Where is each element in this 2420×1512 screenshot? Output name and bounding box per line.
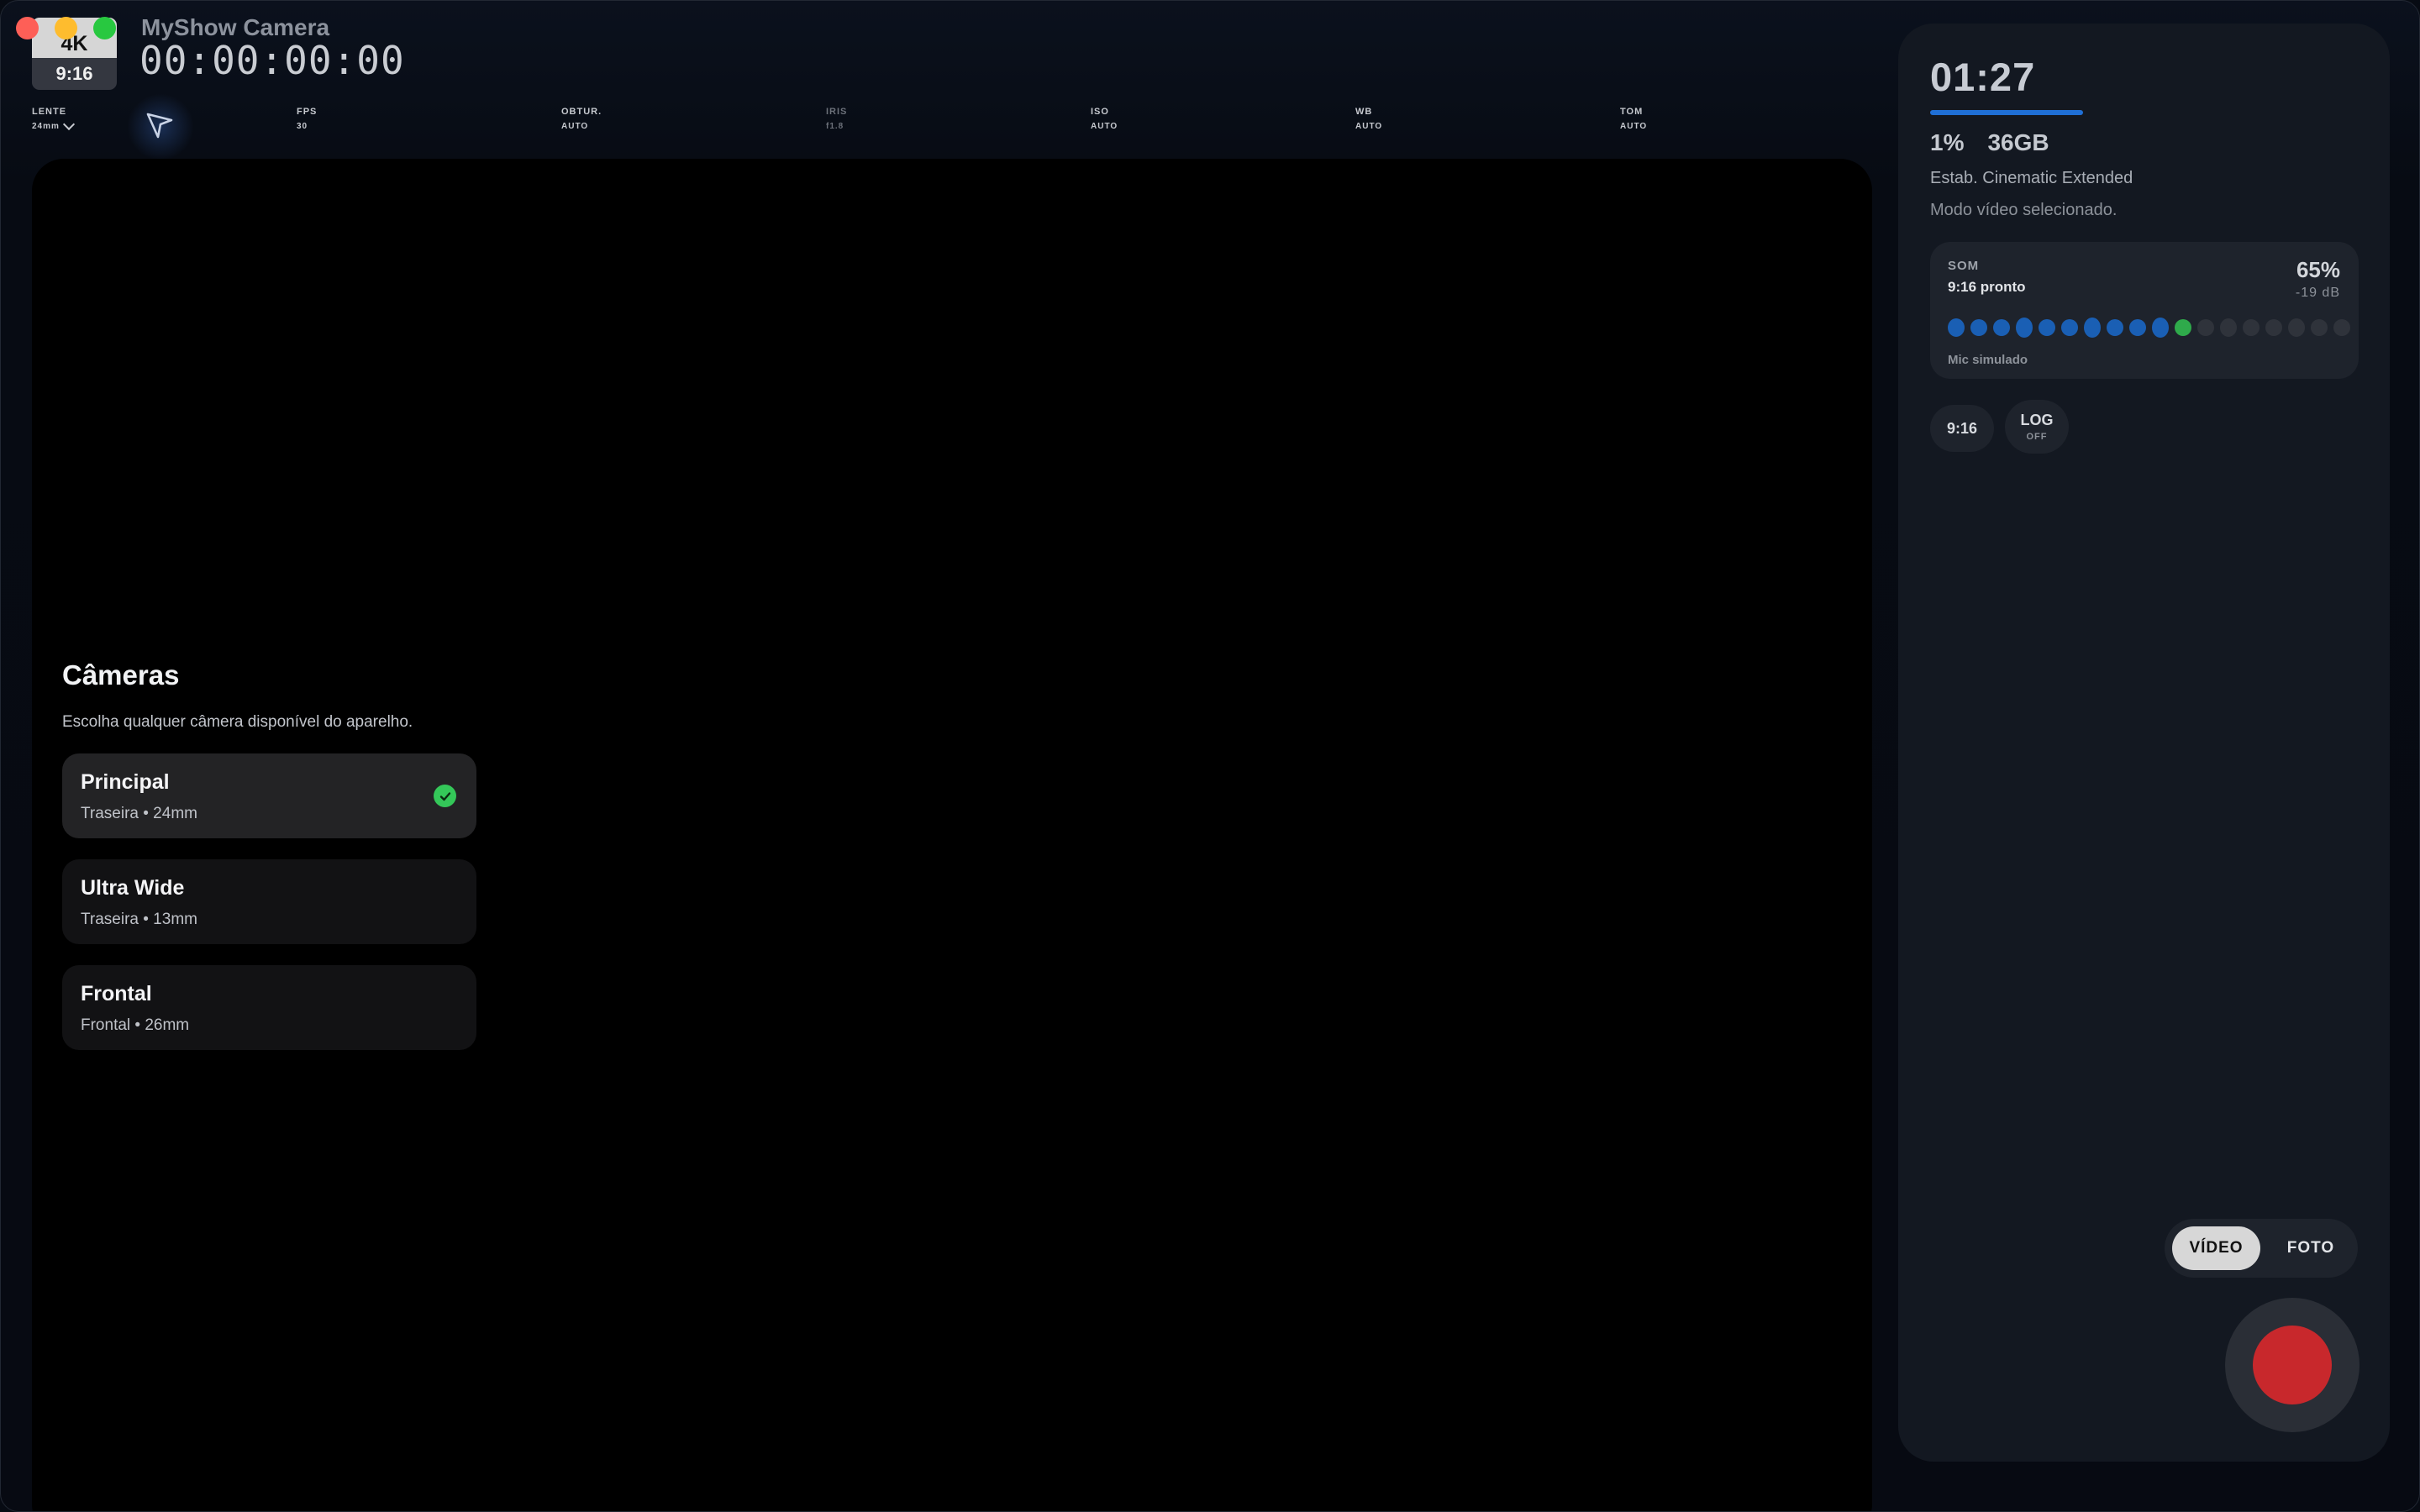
record-button[interactable] <box>2225 1298 2360 1432</box>
param-lens-label: LENTE <box>32 107 67 117</box>
camera-option-detail: Frontal • 26mm <box>81 1016 190 1034</box>
record-icon <box>2253 1326 2332 1404</box>
camera-option-detail: Traseira • 24mm <box>81 805 197 822</box>
pointer-cursor-icon <box>146 113 173 139</box>
meter-segment <box>2243 319 2260 336</box>
storage-free: 36GB <box>1987 129 2049 155</box>
audio-level-meter <box>1948 318 2350 338</box>
storage-percent: 1% <box>1930 129 1965 155</box>
sound-level-db: -19 dB <box>2295 286 2340 300</box>
param-iris[interactable]: IRIS f1.8 <box>826 107 847 131</box>
log-chip-state: OFF <box>2026 432 2048 442</box>
meter-segment <box>2197 319 2214 336</box>
param-iris-label: IRIS <box>826 107 848 117</box>
param-iso-value: AUTO <box>1091 122 1118 131</box>
minimize-window-button[interactable] <box>55 17 77 39</box>
close-window-button[interactable] <box>16 17 39 39</box>
meter-segment <box>2061 319 2078 336</box>
sound-status: 9:16 pronto <box>1948 279 2026 295</box>
camera-option-name: Frontal <box>81 982 152 1005</box>
sound-label: SOM <box>1948 259 1980 273</box>
meter-segment <box>2311 319 2328 336</box>
param-iso[interactable]: ISO AUTO <box>1091 107 1118 131</box>
aspect-ratio-label: 9:16 <box>55 63 93 84</box>
log-chip-label: LOG <box>2020 412 2054 428</box>
param-lens[interactable]: LENTE 24mm <box>32 107 75 131</box>
photo-mode-button[interactable]: FOTO <box>2270 1226 2351 1270</box>
param-wb-label: WB <box>1355 107 1373 117</box>
camera-option-detail: Traseira • 13mm <box>81 911 197 928</box>
meter-segment <box>2039 319 2055 336</box>
storage-stats: 1% 36GB <box>1930 129 2073 156</box>
window-controls <box>16 17 116 39</box>
stabilization-status: Estab. Cinematic Extended <box>1930 169 2133 187</box>
camera-option-name: Principal <box>81 770 170 794</box>
camera-parameter-bar: LENTE 24mm FPS 30 OBTUR. AUTO IRIS f1.8 … <box>32 107 1839 140</box>
param-fps-value: 30 <box>297 122 308 131</box>
camera-option-name: Ultra Wide <box>81 876 185 900</box>
meter-segment <box>2265 319 2282 336</box>
video-mode-button[interactable]: VÍDEO <box>2172 1226 2260 1270</box>
param-shutter[interactable]: OBTUR. AUTO <box>561 107 602 131</box>
chevron-down-icon <box>62 118 75 131</box>
sound-card: SOM 9:16 pronto 65% -19 dB Mic simulado <box>1930 242 2359 379</box>
aspect-ratio-chip[interactable]: 9:16 <box>1930 405 1994 452</box>
meter-segment <box>2220 318 2237 337</box>
param-wb-value: AUTO <box>1355 122 1383 131</box>
camera-option-principal[interactable]: Principal Traseira • 24mm <box>62 753 476 838</box>
capture-mode-toggle: VÍDEO FOTO <box>2165 1219 2358 1278</box>
meter-segment <box>2288 318 2305 337</box>
meter-segment <box>1993 319 2010 336</box>
meter-segment <box>2175 319 2191 336</box>
camera-option-frontal[interactable]: Frontal Frontal • 26mm <box>62 965 476 1050</box>
param-tone-label: TOM <box>1620 107 1644 117</box>
meter-segment <box>2333 319 2350 336</box>
param-tone-value: AUTO <box>1620 122 1648 131</box>
param-shutter-label: OBTUR. <box>561 107 602 117</box>
cameras-subtitle: Escolha qualquer câmera disponível do ap… <box>62 713 413 731</box>
meter-segment <box>1970 319 1987 336</box>
camera-viewfinder[interactable]: Câmeras Escolha qualquer câmera disponív… <box>32 159 1872 1511</box>
meter-segment <box>2016 318 2033 338</box>
param-fps[interactable]: FPS 30 <box>297 107 317 131</box>
param-lens-value: 24mm <box>32 122 60 131</box>
remaining-time: 01:27 <box>1930 55 2036 99</box>
storage-progress-bar <box>1930 110 2083 115</box>
param-wb[interactable]: WB AUTO <box>1355 107 1382 131</box>
param-iso-label: ISO <box>1091 107 1109 117</box>
checkmark-icon <box>434 785 456 807</box>
app-window: 4K 9:16 MyShow Camera 00:00:00:00 LENTE … <box>0 0 2420 1512</box>
log-toggle-chip[interactable]: LOG OFF <box>2005 400 2069 454</box>
param-iris-value: f1.8 <box>826 122 844 131</box>
aspect-ratio-chip-label: 9:16 <box>1946 419 1978 437</box>
mode-message: Modo vídeo selecionado. <box>1930 201 2118 219</box>
meter-segment <box>2107 319 2123 336</box>
meter-segment <box>1948 318 1965 337</box>
camera-option-ultra-wide[interactable]: Ultra Wide Traseira • 13mm <box>62 859 476 944</box>
timecode-display: 00:00:00:00 <box>139 38 405 83</box>
param-fps-label: FPS <box>297 107 318 117</box>
meter-segment <box>2084 318 2101 338</box>
param-tone[interactable]: TOM AUTO <box>1620 107 1647 131</box>
maximize-window-button[interactable] <box>93 17 116 39</box>
meter-segment <box>2129 319 2146 336</box>
mic-source: Mic simulado <box>1948 353 2028 367</box>
status-panel: 01:27 1% 36GB Estab. Cinematic Extended M… <box>1898 24 2390 1462</box>
meter-segment <box>2152 318 2169 338</box>
sound-level-percent: 65% <box>2296 257 2340 282</box>
cameras-title: Câmeras <box>62 659 180 690</box>
param-shutter-value: AUTO <box>561 122 589 131</box>
